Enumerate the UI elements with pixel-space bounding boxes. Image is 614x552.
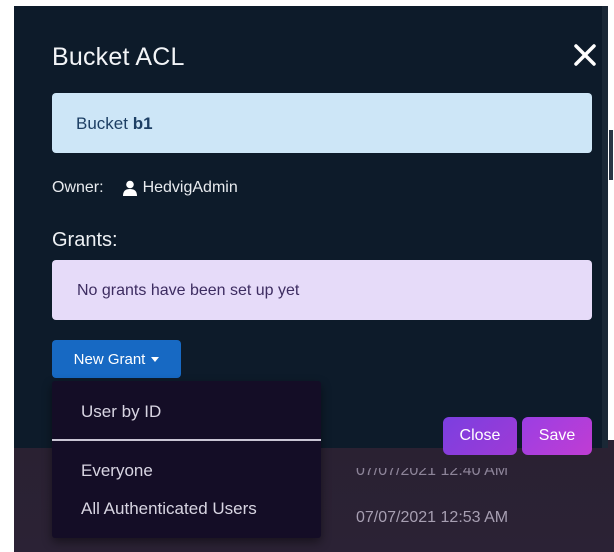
caret-down-icon: [151, 356, 160, 362]
modal-title: Bucket ACL: [52, 43, 185, 71]
owner-label: Owner:: [52, 179, 104, 196]
owner-name: HedvigAdmin: [142, 179, 238, 196]
grants-empty-message: No grants have been set up yet: [77, 282, 300, 299]
bucket-info-banner: Bucket b1: [52, 93, 592, 153]
page-edge: [608, 0, 614, 440]
save-button[interactable]: Save: [522, 417, 592, 455]
menu-item-user-by-id[interactable]: User by ID: [81, 402, 161, 422]
close-button[interactable]: Close: [443, 417, 517, 455]
owner-row: Owner: HedvigAdmin: [52, 177, 238, 199]
menu-item-all-authenticated-users[interactable]: All Authenticated Users: [81, 499, 257, 519]
menu-item-everyone[interactable]: Everyone: [81, 461, 153, 481]
new-grant-button[interactable]: New Grant: [52, 340, 181, 378]
menu-divider: [52, 439, 321, 441]
bucket-prefix: Bucket: [76, 114, 133, 133]
grants-heading: Grants:: [52, 229, 118, 251]
scrollbar[interactable]: [609, 130, 613, 180]
bucket-name: b1: [132, 114, 153, 133]
bucket-label: Bucket b1: [76, 114, 153, 134]
new-grant-label: New Grant: [73, 350, 146, 368]
new-grant-dropdown-menu: User by ID Everyone All Authenticated Us…: [52, 381, 321, 538]
user-icon: [122, 180, 138, 196]
close-icon[interactable]: [572, 42, 598, 68]
grants-empty-banner: No grants have been set up yet: [52, 260, 592, 320]
background-timestamp: 07/07/2021 12:53 AM: [356, 509, 509, 526]
